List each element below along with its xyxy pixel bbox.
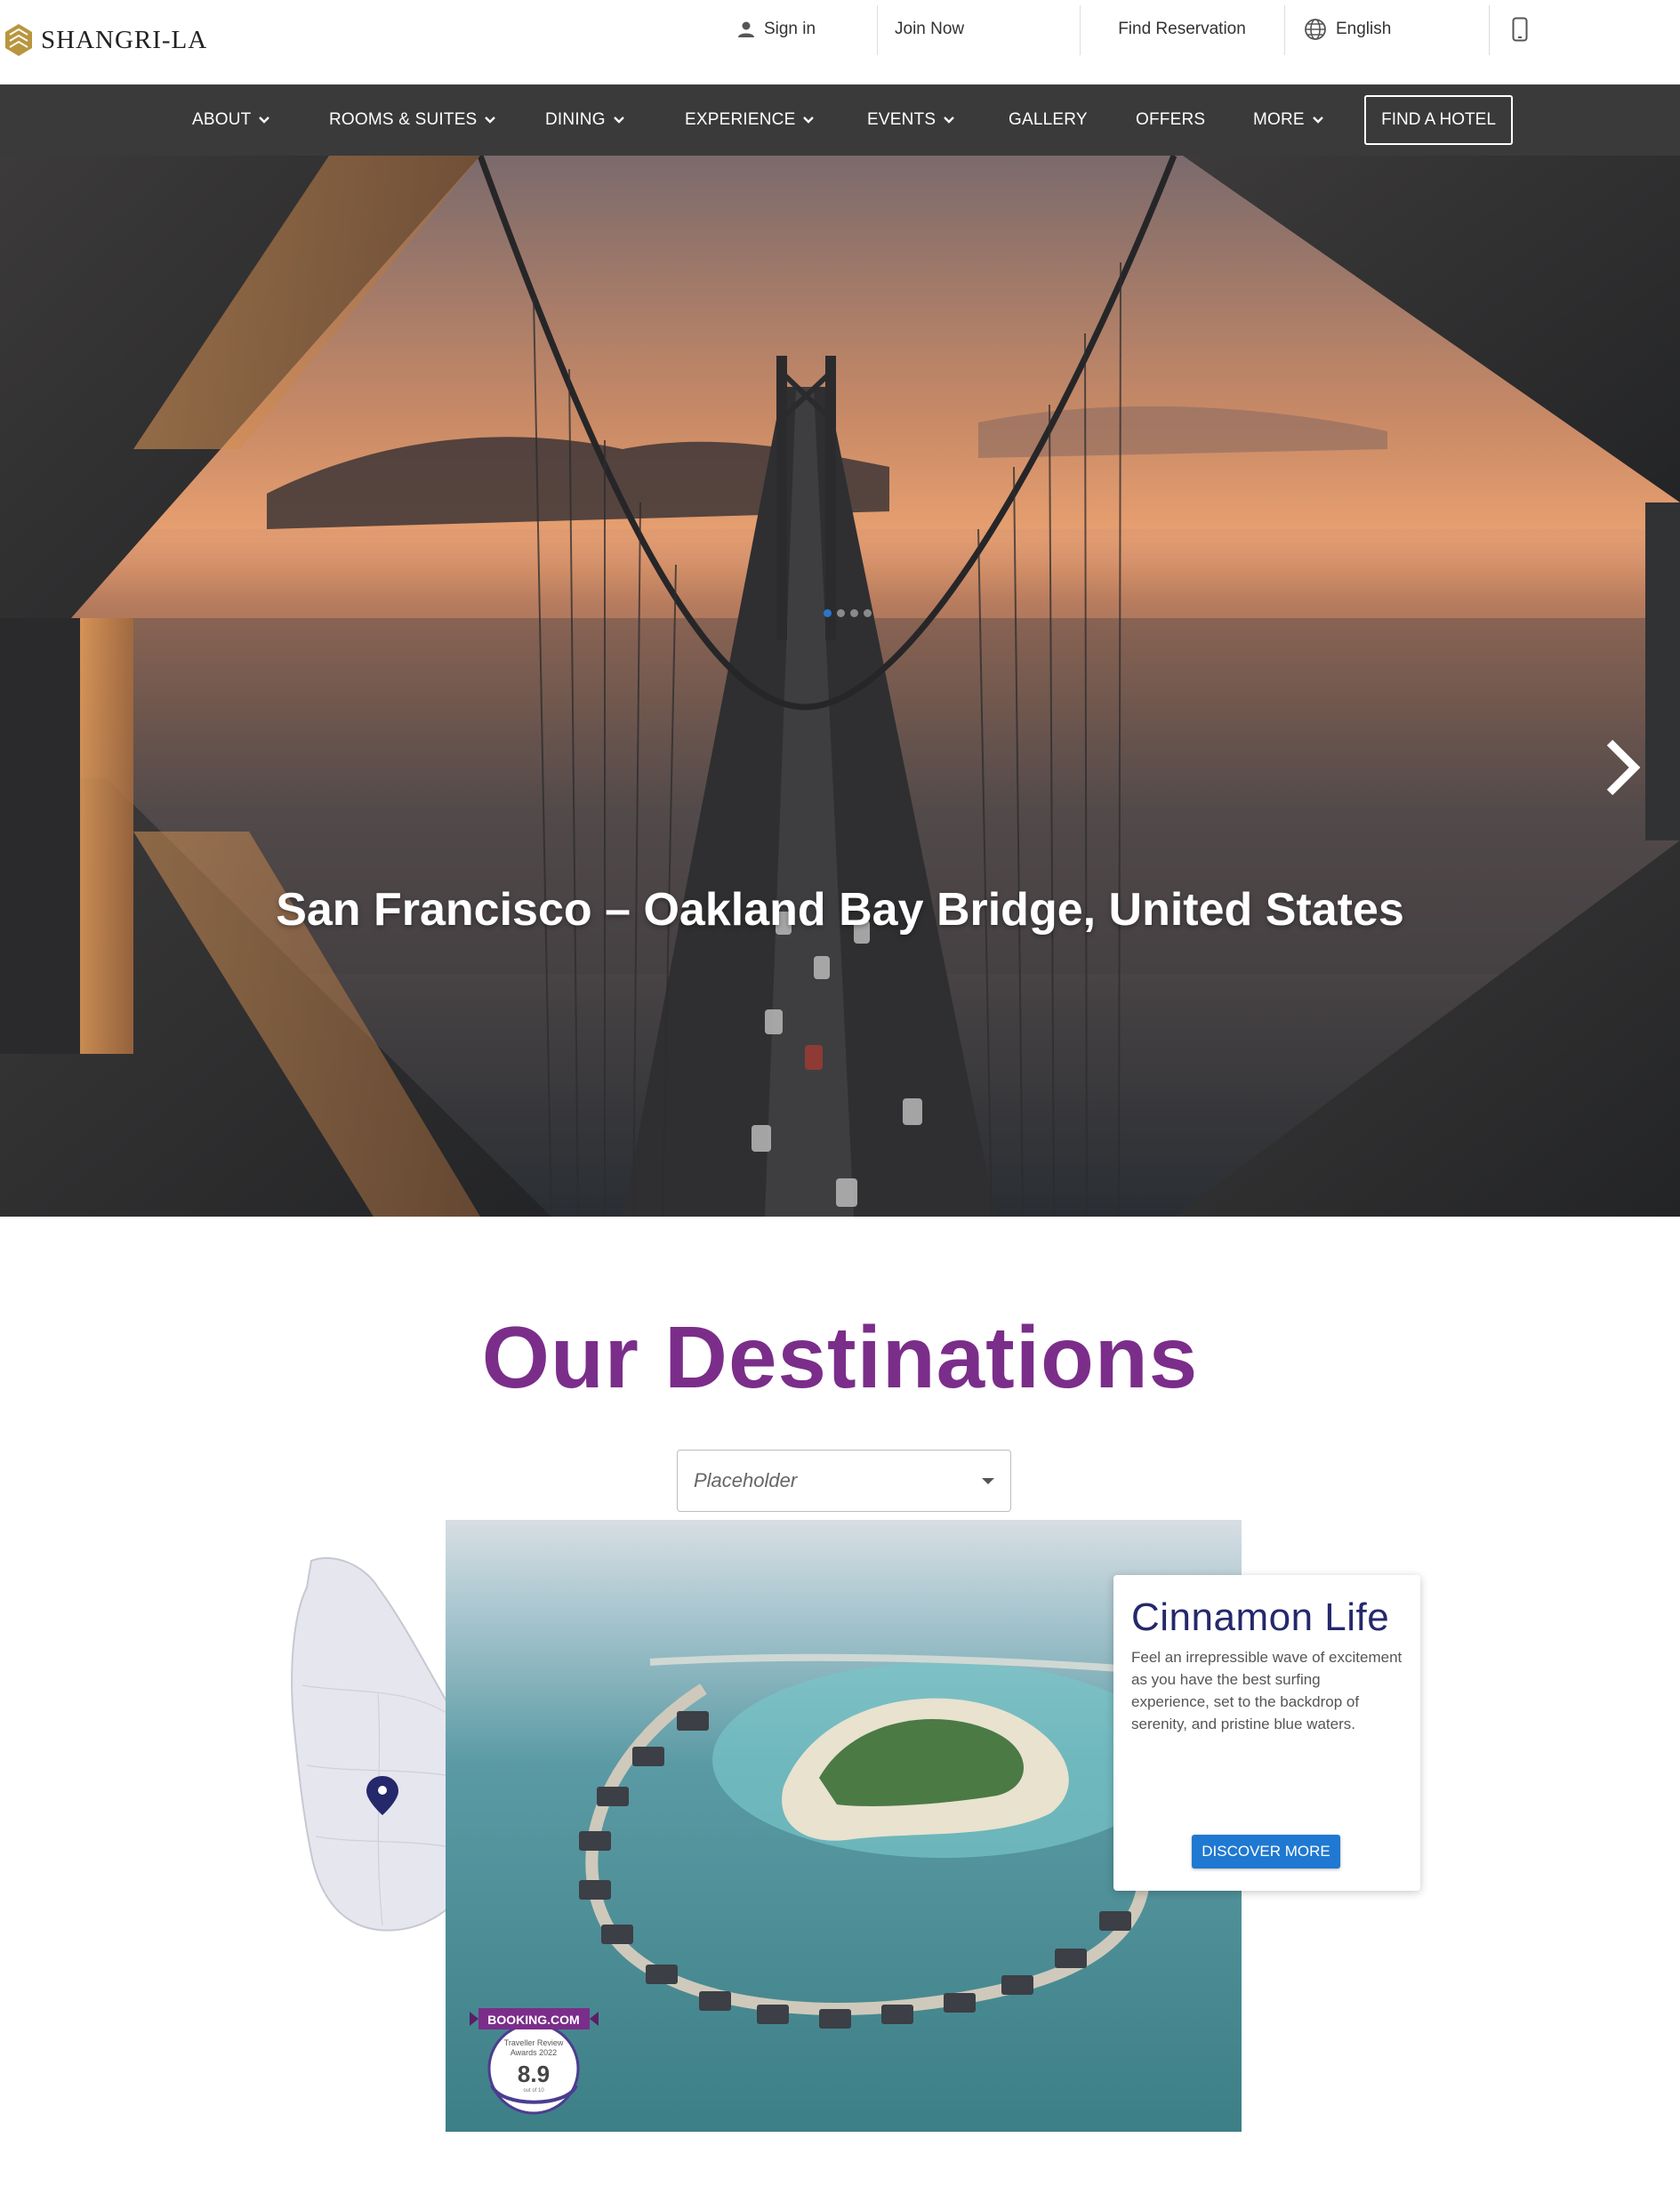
- badge-brand: BOOKING.COM: [487, 2013, 579, 2027]
- nav-item-label: EVENTS: [867, 110, 936, 129]
- carousel-dot[interactable]: [850, 609, 858, 617]
- logo-text: SHANGRI-LA: [41, 25, 208, 54]
- mobile-app-link[interactable]: [1489, 4, 1551, 55]
- card-description: Feel an irrepressible wave of excitement…: [1131, 1649, 1403, 1732]
- find-reservation-link[interactable]: Find Reservation: [1080, 4, 1284, 55]
- hero-carousel: San Francisco – Oakland Bay Bridge, Unit…: [0, 156, 1680, 1217]
- find-hotel-button[interactable]: FIND A HOTEL: [1364, 95, 1513, 145]
- carousel-indicators: [824, 609, 872, 617]
- globe-icon: [1305, 19, 1326, 40]
- destination-select-placeholder: Placeholder: [694, 1469, 798, 1491]
- nav-item-label: GALLERY: [1009, 110, 1088, 129]
- nav-item-label: OFFERS: [1136, 110, 1206, 129]
- carousel-dot[interactable]: [864, 609, 872, 617]
- find-reservation-label: Find Reservation: [1118, 20, 1246, 38]
- nav-item-dining[interactable]: DINING: [545, 84, 625, 156]
- booking-award-badge: BOOKING.COM Traveller Review Awards 2022…: [470, 2008, 599, 2115]
- destination-select[interactable]: Placeholder: [677, 1450, 1011, 1512]
- mobile-phone-icon: [1512, 17, 1528, 42]
- chevron-down-icon: [1312, 117, 1323, 124]
- hero-caption: San Francisco – Oakland Bay Bridge, Unit…: [276, 884, 1404, 936]
- nav-item-more[interactable]: MORE: [1253, 84, 1324, 156]
- nav-item-events[interactable]: EVENTS: [867, 84, 955, 156]
- discover-more-button[interactable]: DISCOVER MORE: [1192, 1835, 1340, 1869]
- nav-item-gallery[interactable]: GALLERY: [1009, 84, 1088, 156]
- join-now-label: Join Now: [895, 20, 965, 38]
- badge-scale: out of 10: [523, 2088, 544, 2094]
- nav-item-offers[interactable]: OFFERS: [1136, 84, 1205, 156]
- nav-item-label: ABOUT: [192, 110, 252, 129]
- brand-logo[interactable]: SHANGRI-LA: [5, 21, 207, 59]
- nav-item-label: DINING: [545, 110, 606, 129]
- nav-item-label: ROOMS & SUITES: [329, 110, 478, 129]
- join-now-link[interactable]: Join Now: [877, 4, 1080, 55]
- destination-card: Cinnamon Life Feel an irrepressible wave…: [1113, 1575, 1420, 1891]
- nav-item-label: EXPERIENCE: [685, 110, 796, 129]
- destinations-title: Our Destinations: [481, 1308, 1199, 1406]
- chevron-down-icon: [803, 117, 815, 124]
- hero-image: [0, 156, 1680, 1217]
- badge-score: 8.9: [518, 2061, 550, 2087]
- language-label: English: [1336, 20, 1392, 38]
- sign-in-link[interactable]: Sign in: [676, 4, 877, 55]
- chevron-down-icon: [613, 117, 624, 124]
- carousel-next-arrow-icon[interactable]: [1601, 735, 1644, 800]
- card-title: Cinnamon Life: [1131, 1595, 1390, 1639]
- main-nav: ABOUT ROOMS & SUITES DINING EXPERIENCE E…: [0, 84, 1680, 156]
- chevron-down-icon: [944, 117, 955, 124]
- nav-item-rooms-suites[interactable]: ROOMS & SUITES: [329, 84, 496, 156]
- logo-mark-icon: [5, 24, 32, 56]
- top-bar: SHANGRI-LA Sign in Join Now Find Reserva…: [0, 0, 1680, 84]
- language-selector[interactable]: English: [1284, 4, 1489, 55]
- badge-line1: Traveller Review: [504, 2038, 564, 2047]
- user-icon: [737, 21, 754, 37]
- nav-item-experience[interactable]: EXPERIENCE: [685, 84, 815, 156]
- sign-in-label: Sign in: [763, 20, 816, 38]
- carousel-dot[interactable]: [837, 609, 845, 617]
- badge-line2: Awards 2022: [510, 2048, 557, 2057]
- chevron-down-icon: [485, 117, 496, 124]
- nav-item-about[interactable]: ABOUT: [192, 84, 270, 156]
- chevron-down-icon: [259, 117, 270, 124]
- nav-item-label: MORE: [1253, 110, 1305, 129]
- carousel-dot[interactable]: [824, 609, 832, 617]
- caret-down-icon: [982, 1478, 994, 1484]
